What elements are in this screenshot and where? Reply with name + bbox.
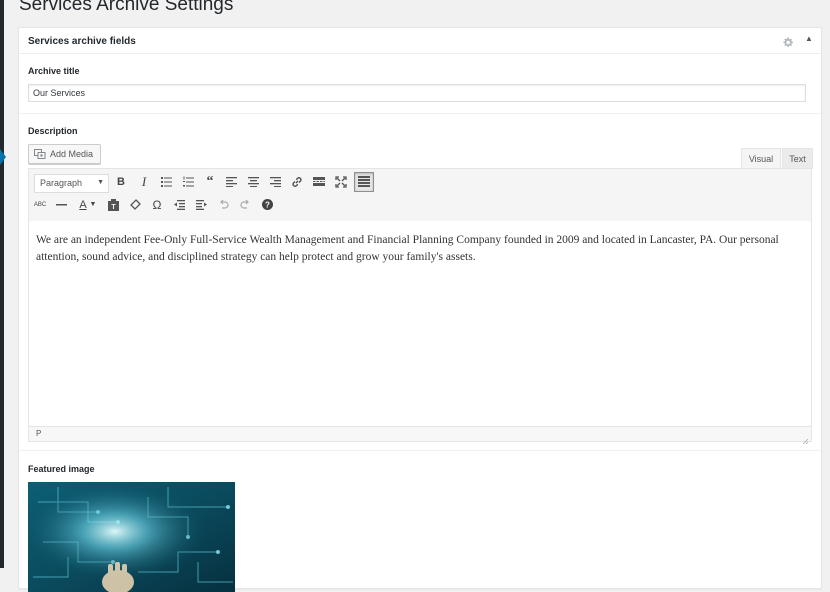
format-select-value: Paragraph — [40, 178, 83, 188]
current-menu-indicator — [0, 149, 6, 165]
field-divider — [19, 450, 821, 451]
blockquote-icon[interactable]: “ — [201, 173, 219, 191]
align-right-icon[interactable] — [266, 173, 284, 191]
numbered-list-icon[interactable] — [179, 173, 197, 191]
undo-icon[interactable] — [214, 196, 232, 214]
bulleted-list-icon[interactable] — [157, 173, 175, 191]
chevron-down-icon[interactable]: ▼ — [87, 196, 99, 214]
add-media-icon — [34, 148, 46, 160]
gear-icon[interactable] — [783, 35, 794, 48]
metabox-header[interactable]: Services archive fields ▲ — [19, 28, 821, 54]
archive-title-label: Archive title — [28, 66, 80, 76]
indent-icon[interactable] — [192, 196, 210, 214]
svg-text:T: T — [111, 204, 116, 211]
featured-image-label: Featured image — [28, 464, 95, 474]
tab-visual[interactable]: Visual — [741, 148, 781, 169]
fullscreen-icon[interactable] — [332, 173, 350, 191]
featured-image[interactable] — [28, 482, 235, 592]
editor-content[interactable]: We are an independent Fee-Only Full-Serv… — [36, 232, 798, 265]
resize-handle-icon[interactable] — [801, 432, 809, 445]
strikethrough-icon[interactable]: ABC — [31, 196, 49, 214]
description-label: Description — [28, 126, 78, 136]
bold-icon[interactable]: B — [112, 173, 130, 191]
archive-title-input[interactable] — [28, 84, 806, 102]
clear-formatting-icon[interactable] — [126, 196, 144, 214]
metabox-title: Services archive fields — [28, 36, 136, 47]
redo-icon[interactable] — [236, 196, 254, 214]
page-title: Services Archive Settings — [19, 0, 234, 15]
insert-link-icon[interactable] — [288, 173, 306, 191]
add-media-label: Add Media — [50, 149, 94, 159]
field-divider — [19, 113, 821, 114]
align-left-icon[interactable] — [222, 173, 240, 191]
special-character-icon[interactable]: Ω — [148, 196, 166, 214]
add-media-button[interactable]: Add Media — [28, 144, 101, 164]
svg-text:?: ? — [265, 201, 270, 210]
read-more-icon[interactable] — [310, 173, 328, 191]
editor-content-area[interactable]: We are an independent Fee-Only Full-Serv… — [28, 221, 812, 427]
admin-sidebar-edge — [0, 0, 4, 568]
chevron-down-icon: ▼ — [97, 179, 104, 186]
help-icon[interactable]: ? — [258, 196, 276, 214]
tab-text[interactable]: Text — [782, 148, 813, 169]
italic-icon[interactable]: I — [135, 173, 153, 191]
toolbar-toggle-icon[interactable] — [354, 172, 374, 192]
services-archive-metabox: Services archive fields ▲ Archive title … — [18, 27, 822, 592]
paste-as-text-icon[interactable]: T — [104, 196, 122, 214]
format-select[interactable]: Paragraph ▼ — [34, 174, 109, 193]
horizontal-line-icon[interactable] — [52, 196, 70, 214]
outdent-icon[interactable] — [170, 196, 188, 214]
editor-status-bar: P — [28, 426, 812, 445]
editor-toolbar: Paragraph ▼ B I “ ABC A ▼ T Ω ? — [28, 168, 812, 222]
align-center-icon[interactable] — [244, 173, 262, 191]
triangle-up-icon[interactable]: ▲ — [805, 34, 813, 43]
element-path[interactable]: P — [36, 429, 41, 438]
